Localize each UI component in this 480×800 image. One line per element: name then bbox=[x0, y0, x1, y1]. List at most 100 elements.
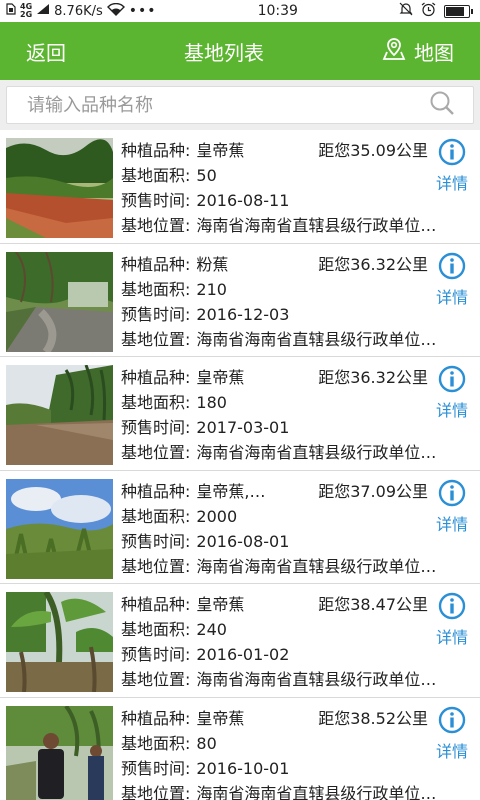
list-item[interactable]: 种植品种: 粉蕉 基地面积: 210 预售时间: 2016-12-03 基地位置… bbox=[0, 244, 480, 357]
distance-text: 距您35.09公里 bbox=[318, 141, 428, 160]
info-icon bbox=[438, 479, 466, 514]
location-label: 基地位置: bbox=[121, 443, 191, 462]
cell-signal-icon bbox=[36, 3, 50, 19]
status-time: 10:39 bbox=[257, 3, 298, 19]
back-button[interactable]: 返回 bbox=[26, 37, 66, 66]
network-speed: 8.76K/s bbox=[54, 3, 103, 19]
base-info: 种植品种: 皇帝蕉 基地面积: 50 预售时间: 2016-08-11 基地位置… bbox=[113, 138, 480, 238]
alarm-icon bbox=[421, 2, 436, 21]
location-line: 基地位置: 海南省海南省直辖县级行政单位… bbox=[121, 213, 480, 238]
presale-label: 预售时间: bbox=[121, 304, 191, 324]
variety-value: 粉蕉 bbox=[196, 254, 229, 274]
distance-text: 距您38.52公里 bbox=[318, 708, 428, 728]
base-info: 种植品种: 皇帝蕉 基地面积: 80 预售时间: 2016-10-01 基地位置… bbox=[113, 706, 480, 800]
area-line: 基地面积: 2000 bbox=[121, 504, 480, 529]
map-button[interactable]: 地图 bbox=[382, 37, 454, 66]
location-label: 基地位置: bbox=[121, 216, 191, 235]
battery-icon bbox=[444, 4, 473, 18]
area-line: 基地面积: 210 bbox=[121, 277, 480, 302]
info-icon bbox=[438, 706, 466, 741]
list-item[interactable]: 种植品种: 皇帝蕉 基地面积: 80 预售时间: 2016-10-01 基地位置… bbox=[0, 698, 480, 800]
variety-label: 种植品种: bbox=[121, 481, 191, 501]
variety-label: 种植品种: bbox=[121, 254, 191, 274]
location-value: 海南省海南省直辖县级行政单位… bbox=[196, 443, 437, 462]
bell-off-icon bbox=[399, 2, 413, 20]
wifi-icon bbox=[106, 2, 125, 20]
presale-value: 2016-08-11 bbox=[196, 191, 290, 210]
detail-button[interactable]: 详情 bbox=[432, 138, 472, 195]
location-value: 海南省海南省直辖县级行政单位… bbox=[196, 556, 437, 576]
search-icon[interactable] bbox=[429, 90, 455, 120]
area-line: 基地面积: 180 bbox=[121, 390, 480, 415]
list-item[interactable]: 种植品种: 皇帝蕉 基地面积: 50 预售时间: 2016-08-11 基地位置… bbox=[0, 130, 480, 244]
nav-bar: 返回 基地列表 地图 bbox=[0, 22, 480, 80]
base-info: 种植品种: 粉蕉 基地面积: 210 预售时间: 2016-12-03 基地位置… bbox=[113, 252, 480, 352]
variety-label: 种植品种: bbox=[121, 595, 191, 614]
area-label: 基地面积: bbox=[121, 166, 191, 185]
status-left: 4G 2G 8.76K/s ••• bbox=[6, 2, 157, 20]
status-right bbox=[399, 2, 473, 21]
area-value: 50 bbox=[196, 166, 217, 185]
detail-button[interactable]: 详情 bbox=[432, 592, 472, 649]
presale-line: 预售时间: 2017-03-01 bbox=[121, 415, 480, 440]
detail-label: 详情 bbox=[435, 628, 468, 647]
detail-label: 详情 bbox=[435, 514, 468, 534]
distance-text: 距您38.47公里 bbox=[318, 595, 428, 614]
variety-label: 种植品种: bbox=[121, 368, 191, 387]
detail-button[interactable]: 详情 bbox=[432, 365, 472, 422]
location-label: 基地位置: bbox=[121, 329, 191, 349]
presale-value: 2016-08-01 bbox=[196, 531, 290, 551]
location-label: 基地位置: bbox=[121, 670, 191, 689]
detail-button[interactable]: 详情 bbox=[432, 252, 472, 309]
signal-type: 4G 2G bbox=[20, 3, 32, 19]
list-item[interactable]: 种植品种: 皇帝蕉,… 基地面积: 2000 预售时间: 2016-08-01 … bbox=[0, 471, 480, 584]
base-info: 种植品种: 皇帝蕉 基地面积: 180 预售时间: 2017-03-01 基地位… bbox=[113, 365, 480, 465]
more-dots-icon: ••• bbox=[128, 3, 157, 19]
presale-label: 预售时间: bbox=[121, 418, 191, 437]
detail-button[interactable]: 详情 bbox=[432, 479, 472, 536]
variety-value: 皇帝蕉 bbox=[196, 141, 245, 160]
base-photo bbox=[6, 478, 113, 579]
variety-label: 种植品种: bbox=[121, 708, 191, 728]
detail-button[interactable]: 详情 bbox=[432, 706, 472, 763]
presale-line: 预售时间: 2016-01-02 bbox=[121, 642, 480, 667]
presale-label: 预售时间: bbox=[121, 191, 191, 210]
base-photo bbox=[6, 365, 113, 465]
sim-card-icon bbox=[6, 3, 16, 19]
page-title: 基地列表 bbox=[184, 40, 264, 65]
area-label: 基地面积: bbox=[121, 279, 191, 299]
presale-line: 预售时间: 2016-10-01 bbox=[121, 756, 480, 781]
area-label: 基地面积: bbox=[121, 733, 191, 753]
variety-value: 皇帝蕉 bbox=[196, 708, 245, 728]
search-box bbox=[6, 86, 474, 124]
list-item[interactable]: 种植品种: 皇帝蕉 基地面积: 240 预售时间: 2016-01-02 基地位… bbox=[0, 584, 480, 698]
search-area bbox=[0, 80, 480, 130]
presale-label: 预售时间: bbox=[121, 531, 191, 551]
info-icon bbox=[438, 138, 466, 173]
variety-value: 皇帝蕉,… bbox=[196, 481, 266, 501]
location-line: 基地位置: 海南省海南省直辖县级行政单位… bbox=[121, 667, 480, 692]
status-bar: 4G 2G 8.76K/s ••• 10:39 bbox=[0, 0, 480, 22]
base-photo bbox=[6, 705, 113, 800]
variety-value: 皇帝蕉 bbox=[196, 595, 245, 614]
presale-value: 2017-03-01 bbox=[196, 418, 290, 437]
signal-type-bottom: 2G bbox=[20, 10, 33, 19]
area-line: 基地面积: 240 bbox=[121, 617, 480, 642]
base-photo bbox=[6, 138, 113, 238]
search-input[interactable] bbox=[27, 94, 387, 116]
presale-value: 2016-01-02 bbox=[196, 645, 290, 664]
presale-label: 预售时间: bbox=[121, 758, 191, 778]
detail-label: 详情 bbox=[435, 174, 468, 193]
base-list: 种植品种: 皇帝蕉 基地面积: 50 预售时间: 2016-08-11 基地位置… bbox=[0, 130, 480, 800]
presale-line: 预售时间: 2016-12-03 bbox=[121, 302, 480, 327]
info-icon bbox=[438, 365, 466, 400]
presale-line: 预售时间: 2016-08-11 bbox=[121, 188, 480, 213]
area-label: 基地面积: bbox=[121, 620, 191, 639]
location-line: 基地位置: 海南省海南省直辖县级行政单位… bbox=[121, 781, 480, 800]
area-line: 基地面积: 50 bbox=[121, 163, 480, 188]
area-line: 基地面积: 80 bbox=[121, 731, 480, 756]
list-item[interactable]: 种植品种: 皇帝蕉 基地面积: 180 预售时间: 2017-03-01 基地位… bbox=[0, 357, 480, 471]
area-value: 2000 bbox=[196, 506, 238, 526]
detail-label: 详情 bbox=[435, 287, 468, 307]
location-value: 海南省海南省直辖县级行政单位… bbox=[196, 216, 437, 235]
